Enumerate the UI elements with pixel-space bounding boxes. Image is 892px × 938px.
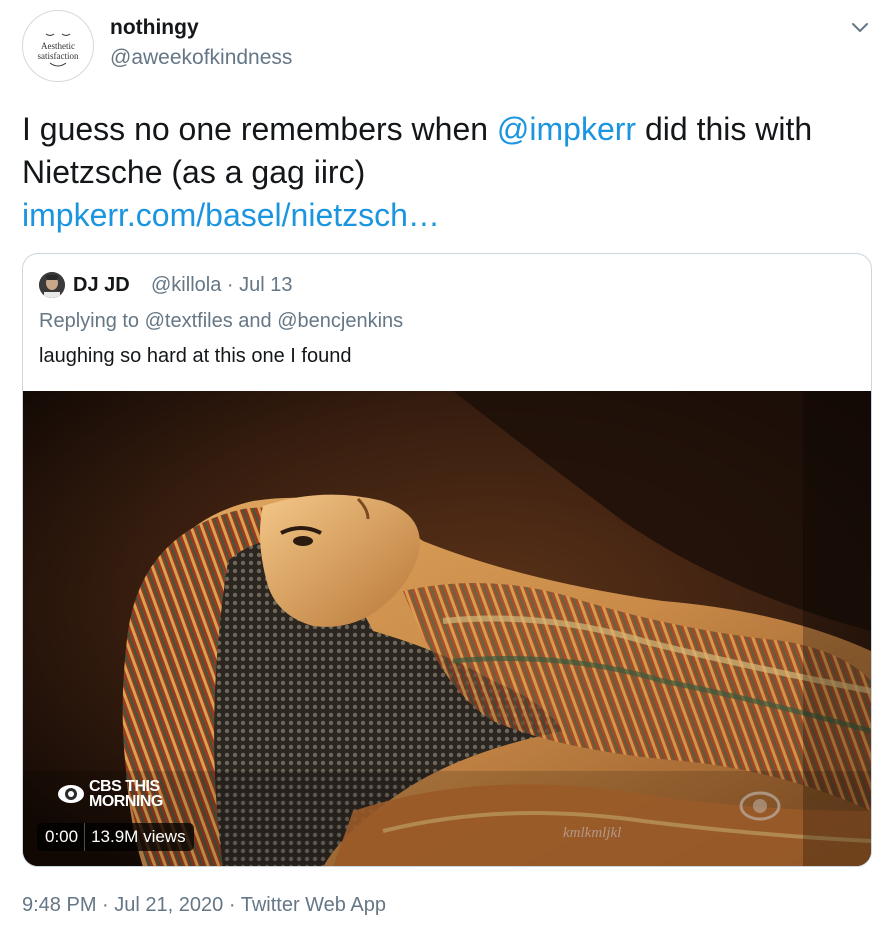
tweet-time[interactable]: 9:48 PM [22,894,96,916]
avatar-text-line2: satisfaction [37,51,79,61]
quoted-author-avatar [39,272,65,298]
quoted-tweet-text: laughing so hard at this one I found [39,345,352,367]
replying-and: and [232,310,278,332]
mention-link[interactable]: @impkerr [497,111,636,147]
replying-to-line: Replying to @textfiles and @bencjenkins [39,310,403,333]
author-display-name[interactable]: nothingy [110,16,199,40]
cbs-eye-icon [58,785,84,803]
video-player[interactable]: CBS THIS MORNING 0:00 13.9M views kmlkmlj… [23,391,871,866]
cbs-logo-line2: MORNING [89,793,163,810]
cbs-logo-text: CBS THIS MORNING [89,778,163,810]
video-time-views-badge: 0:00 13.9M views [37,823,194,851]
separator-dot: · [102,894,109,916]
external-link[interactable]: impkerr.com/basel/nietzsch… [22,197,440,233]
author-avatar[interactable]: Aesthetic satisfaction [22,10,94,82]
video-time: 0:00 [45,827,79,846]
reply-mention-bencjenkins: @bencjenkins [277,310,404,332]
quoted-handle: @killola [151,274,222,296]
avatar-text-line1: Aesthetic [41,41,75,51]
author-handle[interactable]: @aweekofkindness [110,46,292,70]
tweet-date[interactable]: Jul 21, 2020 [114,894,223,916]
quoted-tweet-card[interactable]: DJ JD @killola · Jul 13 Replying to @tex… [22,253,872,867]
separator-dot: · [228,894,236,916]
separator-dot: · [226,274,234,296]
cbs-eye-watermark-icon [739,791,781,821]
tweet-text: I guess no one remembers when @impkerr d… [22,108,872,237]
video-views: 13.9M views [91,827,186,846]
quoted-display-name: DJ JD [73,274,130,296]
tweet-text-part: I guess no one remembers when [22,111,497,147]
tweet-source[interactable]: Twitter Web App [241,894,386,916]
cbs-logo-line1: CBS THIS [89,778,160,795]
replying-prefix: Replying to [39,310,145,332]
quoted-meta: @killola · Jul 13 [151,274,293,297]
badge-divider [84,823,86,851]
tweet-footer: 9:48 PM · Jul 21, 2020 · Twitter Web App [22,894,386,917]
video-watermark: kmlkmljkl [563,825,622,841]
reply-mention-textfiles: @textfiles [144,310,233,332]
quoted-date: Jul 13 [239,274,293,296]
chevron-down-icon[interactable] [848,16,872,40]
